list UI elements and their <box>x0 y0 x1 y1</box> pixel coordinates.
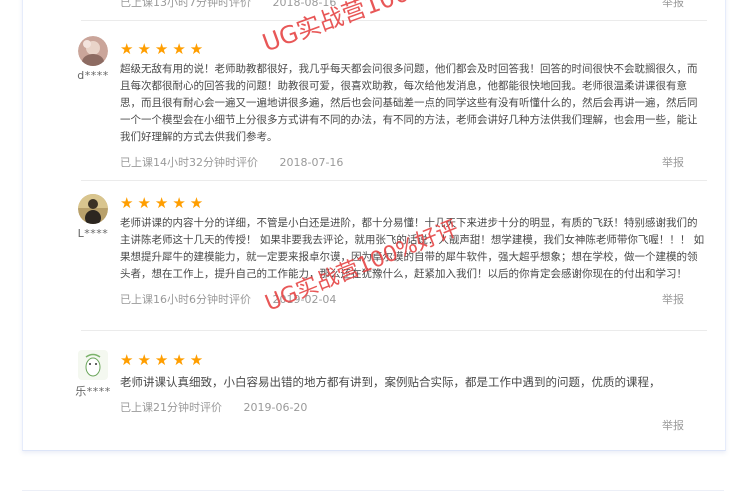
review-avatar-block: 乐**** <box>71 350 115 399</box>
next-card-edge <box>22 490 724 503</box>
review-content: 超级无敌有用的说！老师助教都很好，我几乎每天都会问很多问题，他们都会及时回答我！… <box>120 63 698 143</box>
avatar[interactable] <box>78 194 108 224</box>
rating-stars: ★★★★★ <box>120 351 208 369</box>
report-link[interactable]: 举报 <box>662 0 684 10</box>
report-link[interactable]: 举报 <box>662 154 684 170</box>
review-date: 2019-02-04 <box>272 293 337 306</box>
review-date: 2018-08-16 <box>272 0 337 9</box>
review-meta-report: 举报 <box>120 417 706 433</box>
divider <box>81 180 707 181</box>
reviews-card: 已上课13小时7分钟时评价 2018-08-16 举报 d**** ★★★★★ … <box>22 0 726 451</box>
review-meta: 已上课13小时7分钟时评价 2018-08-16 举报 <box>120 0 706 10</box>
review-time: 已上课13小时7分钟时评价 <box>120 0 251 9</box>
review-content: 老师讲课认真细致，小白容易出错的地方都有讲到，案例贴合实际，都是工作中遇到的问题… <box>120 375 661 389</box>
review-meta: 已上课16小时6分钟时评价 2019-02-04 举报 <box>120 291 706 307</box>
review-date: 2018-07-16 <box>279 156 344 169</box>
avatar[interactable] <box>78 350 108 380</box>
report-link[interactable]: 举报 <box>662 417 684 433</box>
review-meta: 已上课21分钟时评价 2019-06-20 <box>120 399 706 415</box>
review-date: 2019-06-20 <box>243 401 308 414</box>
review-time: 已上课16小时6分钟时评价 <box>120 293 251 306</box>
username: L**** <box>77 227 109 240</box>
review-item: ★★★★★ 超级无敌有用的说！老师助教都很好，我几乎每天都会问很多问题，他们都会… <box>120 41 706 170</box>
review-avatar-block: L**** <box>71 194 115 240</box>
avatar[interactable] <box>78 36 108 66</box>
review-item: 已上课13小时7分钟时评价 2018-08-16 举报 <box>120 0 706 10</box>
username: 乐**** <box>75 385 111 398</box>
divider <box>81 330 707 331</box>
review-item: ★★★★★ 老师讲课认真细致，小白容易出错的地方都有讲到，案例贴合实际，都是工作… <box>120 352 706 433</box>
review-meta: 已上课14小时32分钟时评价 2018-07-16 举报 <box>120 154 706 170</box>
review-time: 已上课21分钟时评价 <box>120 401 222 414</box>
report-link[interactable]: 举报 <box>662 291 684 307</box>
review-avatar-block: d**** <box>71 36 115 82</box>
review-content: 老师讲课的内容十分的详细，不管是小白还是进阶，都十分易懂！十几天下来进步十分的明… <box>120 217 705 280</box>
username: d**** <box>77 69 109 82</box>
rating-stars: ★★★★★ <box>120 40 208 58</box>
divider <box>81 20 707 21</box>
review-time: 已上课14小时32分钟时评价 <box>120 156 258 169</box>
review-item: ★★★★★ 老师讲课的内容十分的详细，不管是小白还是进阶，都十分易懂！十几天下来… <box>120 195 706 307</box>
rating-stars: ★★★★★ <box>120 194 208 212</box>
